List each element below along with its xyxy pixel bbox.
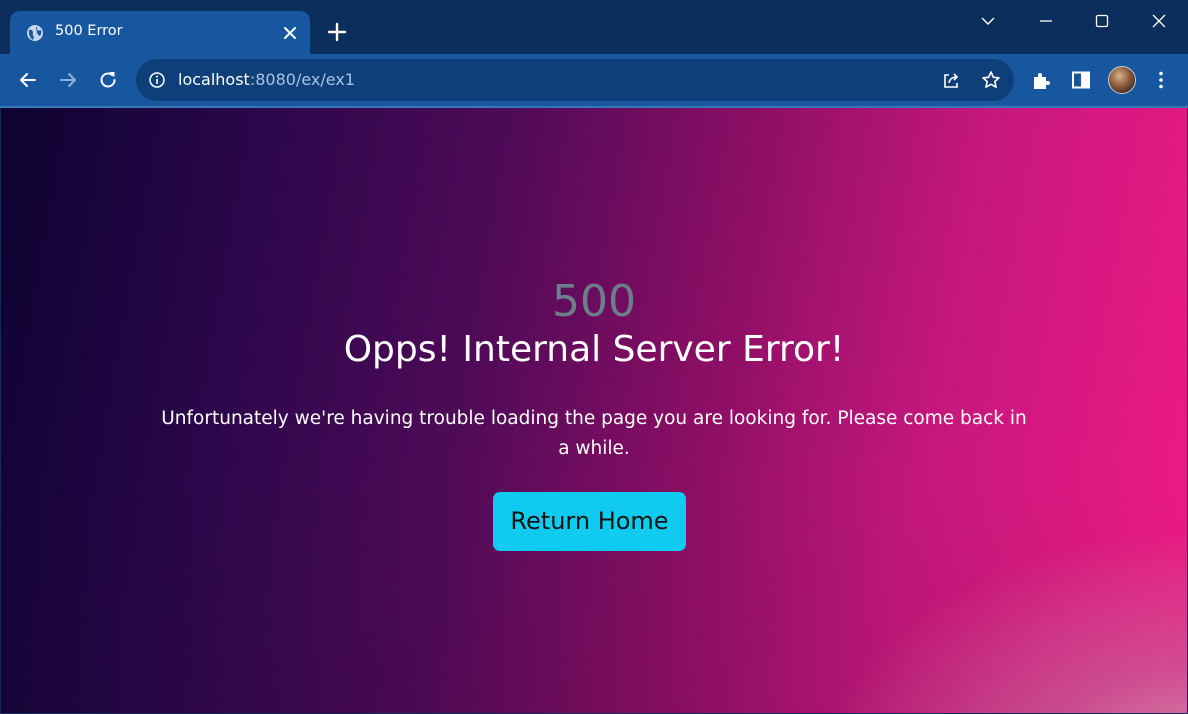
forward-arrow-icon[interactable] bbox=[56, 68, 80, 92]
minimize-icon[interactable] bbox=[1033, 8, 1059, 34]
more-menu-icon[interactable] bbox=[1150, 69, 1172, 91]
maximize-icon[interactable] bbox=[1089, 8, 1115, 34]
tab-active[interactable]: 500 Error bbox=[10, 11, 310, 54]
globe-icon bbox=[27, 25, 43, 41]
back-arrow-icon[interactable] bbox=[16, 68, 40, 92]
reload-icon[interactable] bbox=[96, 68, 120, 92]
info-icon[interactable] bbox=[148, 71, 166, 89]
share-icon[interactable] bbox=[940, 69, 962, 91]
extensions-icon[interactable] bbox=[1030, 69, 1052, 91]
address-bar[interactable]: localhost:8080/ex/ex1 bbox=[136, 59, 1014, 101]
tab-title: 500 Error bbox=[55, 23, 123, 39]
browser-window: 500 Error localhost:8080/ex/ex1 500 Opps… bbox=[0, 0, 1188, 714]
url-host: localhost bbox=[178, 70, 250, 89]
new-tab-button[interactable] bbox=[326, 21, 348, 43]
error-content: 500 Opps! Internal Server Error! Unfortu… bbox=[1, 108, 1187, 713]
error-headline: Opps! Internal Server Error! bbox=[343, 329, 845, 370]
tab-close-icon[interactable] bbox=[280, 23, 300, 43]
avatar[interactable] bbox=[1108, 66, 1136, 94]
tab-strip: 500 Error bbox=[0, 0, 1188, 54]
error-message: Unfortunately we're having trouble loadi… bbox=[161, 408, 1027, 459]
tab-search-chevron-down-icon[interactable] bbox=[975, 8, 1001, 34]
page-viewport: 500 Opps! Internal Server Error! Unfortu… bbox=[1, 108, 1187, 713]
toolbar: localhost:8080/ex/ex1 bbox=[0, 54, 1188, 106]
error-code: 500 bbox=[552, 276, 636, 327]
url-text[interactable]: localhost:8080/ex/ex1 bbox=[178, 70, 355, 89]
url-path: :8080/ex/ex1 bbox=[249, 70, 355, 89]
return-home-button[interactable]: Return Home bbox=[493, 492, 686, 551]
side-panel-icon[interactable] bbox=[1070, 69, 1092, 91]
star-icon[interactable] bbox=[980, 69, 1002, 91]
window-close-icon[interactable] bbox=[1146, 8, 1172, 34]
